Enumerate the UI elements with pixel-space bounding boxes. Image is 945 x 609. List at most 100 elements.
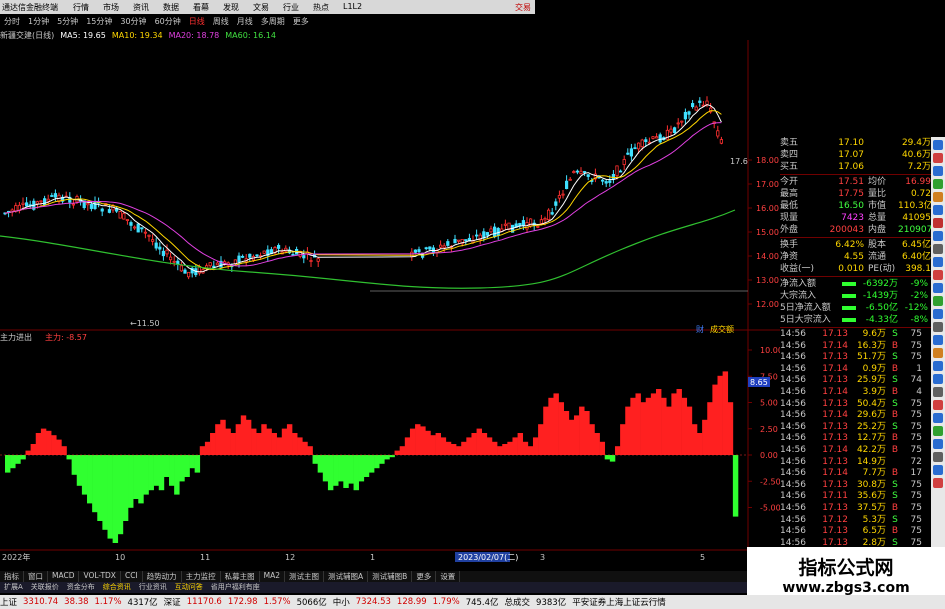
indicator-bar (174, 455, 180, 495)
indicator-tab[interactable]: 主力监控 (182, 571, 221, 582)
extension-tab[interactable]: 互动问答 (171, 582, 207, 593)
kline-chart[interactable]: 18.0017.0016.0015.0014.0013.0012.0017.6←… (0, 40, 780, 571)
period-0[interactable]: 分时 (0, 16, 24, 27)
quote-row: 现量 7423 总量 41095 (780, 212, 931, 224)
indicator-tab[interactable]: CCI (121, 571, 143, 582)
extension-tab[interactable]: 关联报价 (27, 582, 63, 593)
indicator-tab[interactable]: 私募主图 (221, 571, 260, 582)
period-2[interactable]: 5分钟 (53, 16, 82, 27)
menu-item[interactable]: 看幕 (186, 2, 216, 13)
indicator-value: 8.65 (750, 378, 768, 387)
side-tool-icon[interactable] (933, 244, 943, 254)
quote-row: 换手 6.42% 股本 6.45亿 (780, 239, 931, 251)
total-label: 总成交 (504, 598, 531, 608)
quote-label: 今开 (780, 177, 799, 187)
side-tool-icon[interactable] (933, 257, 943, 267)
menu-item[interactable]: 发现 (216, 2, 246, 13)
price-tick-label: 15.00 (756, 228, 779, 237)
indicator-tab[interactable]: 测试辅图B (368, 571, 413, 582)
indicator-tab[interactable]: 更多 (412, 571, 437, 582)
indicator-bar (46, 430, 52, 455)
side-tool-icon[interactable] (933, 309, 943, 319)
period-9[interactable]: 多周期 (257, 16, 289, 27)
side-tool-icon[interactable] (933, 231, 943, 241)
extension-tab[interactable]: 扩展A (0, 582, 27, 593)
side-tool-icon[interactable] (933, 439, 943, 449)
tick-time: 14:56 (780, 410, 806, 421)
period-6[interactable]: 日线 (185, 16, 209, 27)
side-tool-icon[interactable] (933, 413, 943, 423)
period-7[interactable]: 周线 (209, 16, 233, 27)
app-title: 通达信金融终端 (2, 2, 58, 12)
candle-body (410, 251, 414, 258)
side-tool-icon[interactable] (933, 374, 943, 384)
indicator-bar (614, 446, 621, 455)
menu-item[interactable]: 行业 (276, 2, 306, 13)
indicator-tab[interactable]: 指标 (0, 571, 24, 582)
side-tool-icon[interactable] (933, 322, 943, 332)
period-10[interactable]: 更多 (289, 16, 313, 27)
side-tool-icon[interactable] (933, 400, 943, 410)
indicator-tab[interactable]: 窗口 (24, 571, 48, 582)
flow-value: -1439万 (862, 291, 898, 301)
extension-tab[interactable]: 省用户福利有座 (207, 582, 264, 593)
tick-row: 14:56 17.13 37.5万 B 75 (780, 503, 931, 515)
menu-item[interactable]: 数据 (156, 2, 186, 13)
side-tool-icon[interactable] (933, 348, 943, 358)
menu-item[interactable]: L1L2 (336, 2, 369, 13)
side-tool-icon[interactable] (933, 452, 943, 462)
tick-count: 74 (910, 375, 922, 386)
candle-body (547, 209, 551, 221)
menu-bar: 通达信金融终端 行情 市场 资讯 数据 看幕 发现 文易 行业 热点 L1L2 交易 (0, 0, 535, 14)
menu-item[interactable]: 热点 (306, 2, 336, 13)
side-tool-icon[interactable] (933, 361, 943, 371)
extension-tab[interactable]: 资金分布 (63, 582, 99, 593)
side-tool-icon[interactable] (933, 218, 943, 228)
indicator-tab[interactable]: MACD (48, 571, 80, 582)
indicator-tab[interactable]: 测试主图 (285, 571, 325, 582)
indicator-bar (538, 424, 544, 455)
side-tool-icon[interactable] (933, 465, 943, 475)
indicator-bar (589, 424, 595, 455)
side-tool-icon[interactable] (933, 205, 943, 215)
tick-row: 14:56 17.11 35.6万 S 75 (780, 491, 931, 503)
side-tool-icon[interactable] (933, 387, 943, 397)
period-1[interactable]: 1分钟 (24, 16, 53, 27)
trade-button[interactable]: 交易 (515, 2, 535, 13)
quote-label: 卖四 (780, 150, 799, 160)
quote-value: 6.42% (835, 240, 864, 250)
side-tool-icon[interactable] (933, 166, 943, 176)
side-tool-icon[interactable] (933, 153, 943, 163)
side-tool-icon[interactable] (933, 270, 943, 280)
period-8[interactable]: 月线 (233, 16, 257, 27)
period-4[interactable]: 30分钟 (116, 16, 150, 27)
side-tool-icon[interactable] (933, 283, 943, 293)
indicator-bar (97, 455, 103, 521)
side-tool-icon[interactable] (933, 179, 943, 189)
side-tool-icon[interactable] (933, 478, 943, 488)
side-tool-icon[interactable] (933, 296, 943, 306)
tick-time: 14:56 (780, 375, 806, 386)
indicator-tab[interactable]: MA2 (260, 571, 286, 582)
indicator-tab[interactable]: 测试辅图A (324, 571, 369, 582)
side-tool-icon[interactable] (933, 426, 943, 436)
menu-item[interactable]: 资讯 (126, 2, 156, 13)
menu-item[interactable]: 行情 (66, 2, 96, 13)
side-tool-icon[interactable] (933, 192, 943, 202)
tick-price: 17.14 (822, 444, 848, 455)
menu-item[interactable]: 文易 (246, 2, 276, 13)
indicator-bar (497, 446, 503, 455)
period-5[interactable]: 60分钟 (151, 16, 185, 27)
extension-tab[interactable]: 综合资讯 (99, 582, 135, 593)
indicator-bar (292, 433, 298, 455)
indicator-tab[interactable]: 设置 (436, 571, 461, 582)
indicator-tab[interactable]: VOL-TDX (79, 571, 121, 582)
candle-body (453, 238, 457, 244)
extension-tab[interactable]: 行业资讯 (135, 582, 171, 593)
side-tool-icon[interactable] (933, 335, 943, 345)
side-tool-icon[interactable] (933, 140, 943, 150)
indicator-tab[interactable]: 趋势动力 (143, 571, 182, 582)
menu-item[interactable]: 市场 (96, 2, 126, 13)
period-3[interactable]: 15分钟 (82, 16, 116, 27)
candle-body (262, 250, 266, 254)
